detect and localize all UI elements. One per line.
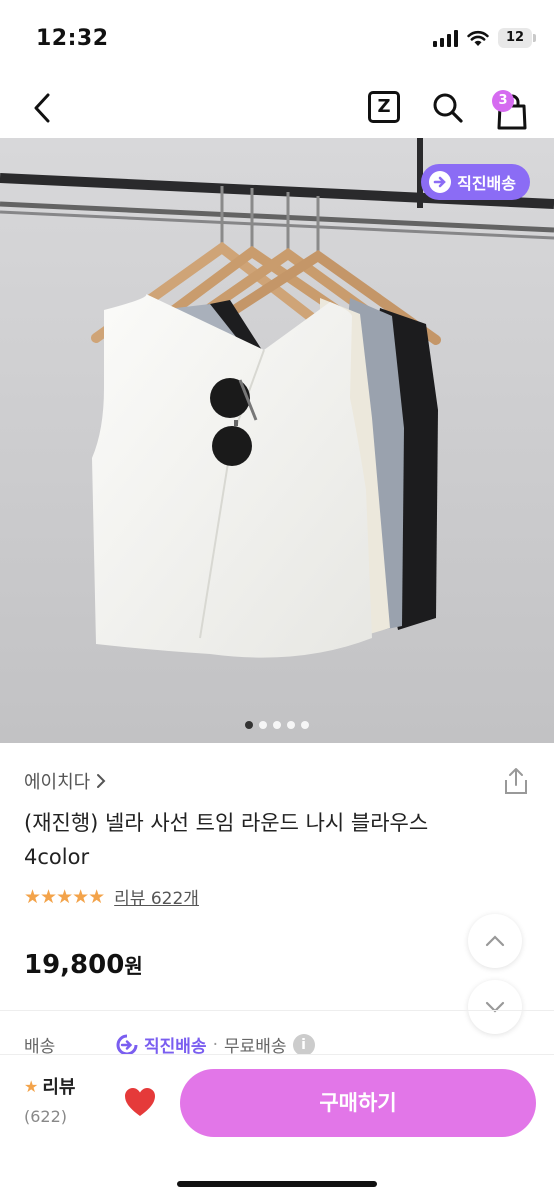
arrow-circle-icon [429,171,452,193]
status-icons: 12 [433,28,536,48]
zigzag-logo-button[interactable]: Z [368,91,400,123]
battery-icon: 12 [498,28,536,48]
brand-link[interactable]: 에이치다 [24,768,106,794]
chevron-left-icon [34,93,50,123]
direct-shipping-badge-label: 직진배송 [457,174,516,193]
rating-stars: ★★★★★ [24,885,105,908]
carousel-dots [0,721,554,729]
shipping-separator: · [212,1034,218,1055]
nav-bar: Z 3 [0,80,554,138]
cart-count-badge: 3 [492,90,514,112]
chevron-down-icon [485,1001,505,1013]
cart-button[interactable]: 3 [492,88,530,130]
status-time: 12:32 [36,26,109,51]
home-indicator [177,1181,377,1187]
arrow-circle-icon [116,1034,138,1055]
carousel-dot[interactable] [301,721,309,729]
share-button[interactable] [502,766,530,796]
wifi-icon [467,30,489,46]
buy-button[interactable]: 구매하기 [180,1069,536,1137]
divider [0,1010,554,1011]
carousel-dot[interactable] [273,721,281,729]
share-icon [505,768,527,794]
wishlist-button[interactable] [122,1085,158,1119]
brand-name: 에이치다 [24,772,91,793]
search-icon [433,93,463,123]
price-unit: 원 [124,954,143,978]
chevron-up-icon [485,935,505,947]
product-title: (재진행) 넬라 사선 트임 라운드 나시 블라우스 4color [24,811,429,869]
status-bar: 12:32 12 [0,0,554,80]
info-icon[interactable]: i [292,1033,315,1056]
bottom-action-bar: ★ 리뷰 (622) 구매하기 [0,1054,554,1200]
carousel-dot[interactable] [245,721,253,729]
search-button[interactable] [430,90,466,126]
scroll-up-button[interactable] [468,914,522,968]
bottom-review-count: (622) [24,1107,68,1126]
product-photo [0,138,554,743]
chevron-right-icon [97,774,106,788]
bottom-review-label: 리뷰 [42,1077,76,1098]
star-icon: ★ [24,1076,39,1096]
carousel-dot[interactable] [259,721,267,729]
product-price: 19,800원 [24,950,143,980]
product-image-carousel[interactable]: 직진배송 [0,138,554,743]
back-button[interactable] [24,90,60,126]
rating-row: ★★★★★ 리뷰 622개 [24,884,199,910]
bottom-review-summary[interactable]: ★ 리뷰 (622) [24,1073,75,1127]
carousel-dot[interactable] [287,721,295,729]
price-number: 19,800 [24,950,125,980]
scroll-down-button[interactable] [468,980,522,1034]
bottom-review-title: ★ 리뷰 [24,1073,75,1099]
heart-icon [125,1088,155,1116]
review-count-link[interactable]: 리뷰 622개 [114,884,199,909]
signal-icon [433,29,458,47]
direct-shipping-badge: 직진배송 [421,164,530,200]
